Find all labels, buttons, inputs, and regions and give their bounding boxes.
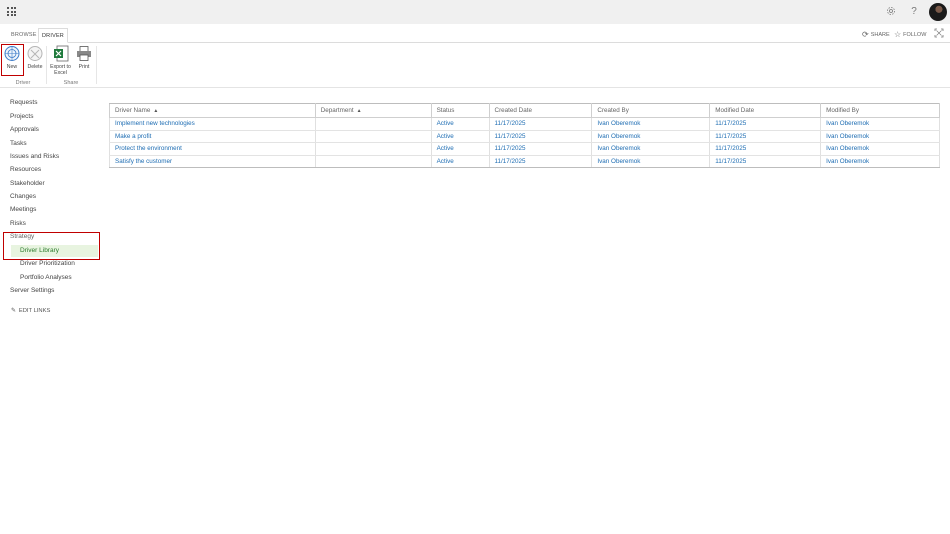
print-button-label: Print xyxy=(78,64,90,70)
nav-item-driver-prioritization[interactable]: Driver Prioritization xyxy=(20,260,75,268)
driver-name-link[interactable]: Protect the environment xyxy=(109,142,316,156)
created-date-cell[interactable]: 11/17/2025 xyxy=(488,117,593,131)
export-to-excel-button[interactable]: Export to Excel xyxy=(49,45,72,76)
suite-bar: ? xyxy=(0,0,950,24)
department-cell xyxy=(314,155,432,168)
column-header-created-date[interactable]: Created Date xyxy=(488,103,593,118)
ribbon-group-share: Share xyxy=(63,80,79,86)
nav-item-portfolio-analyses[interactable]: Portfolio Analyses xyxy=(20,274,72,282)
delete-button-label: Delete xyxy=(27,64,43,70)
delete-icon xyxy=(26,45,44,62)
nav-item-resources[interactable]: Resources xyxy=(10,166,41,174)
driver-name-link[interactable]: Satisfy the customer xyxy=(109,155,316,168)
tab-browse[interactable]: BROWSE xyxy=(8,28,40,41)
pencil-icon: ✎ xyxy=(11,308,16,314)
column-header-department[interactable]: Department ▲ xyxy=(314,103,432,118)
avatar[interactable] xyxy=(929,3,947,21)
column-header-modified-date[interactable]: Modified Date xyxy=(709,103,822,118)
nav-item-projects[interactable]: Projects xyxy=(10,113,33,121)
excel-icon xyxy=(52,45,70,62)
nav-item-server-settings[interactable]: Server Settings xyxy=(10,287,54,295)
new-button-highlight xyxy=(1,44,24,76)
created-by-link[interactable]: Ivan Oberemok xyxy=(591,155,711,168)
ribbon: New Delete Export to Excel Print Driver … xyxy=(0,43,950,88)
tab-driver[interactable]: DRIVER xyxy=(38,28,68,43)
print-button[interactable]: Print xyxy=(75,45,93,71)
driver-name-link[interactable]: Make a profit xyxy=(109,130,316,143)
created-by-link[interactable]: Ivan Oberemok xyxy=(591,117,711,131)
modified-by-link[interactable]: Ivan Oberemok xyxy=(820,142,940,156)
edit-links-button[interactable]: ✎ EDIT LINKS xyxy=(11,307,50,315)
modified-date-cell[interactable]: 11/17/2025 xyxy=(709,130,822,143)
department-cell xyxy=(314,117,432,131)
created-date-cell[interactable]: 11/17/2025 xyxy=(488,130,593,143)
department-cell xyxy=(314,130,432,143)
modified-by-link[interactable]: Ivan Oberemok xyxy=(820,117,940,131)
modified-by-link[interactable]: Ivan Oberemok xyxy=(820,155,940,168)
delete-button[interactable]: Delete xyxy=(25,45,45,71)
follow-button[interactable]: ☆ FOLLOW xyxy=(894,28,926,42)
created-by-link[interactable]: Ivan Oberemok xyxy=(591,142,711,156)
export-label-line2: Excel xyxy=(54,69,67,76)
modified-date-cell[interactable]: 11/17/2025 xyxy=(709,117,822,131)
modified-date-cell[interactable]: 11/17/2025 xyxy=(709,155,822,168)
sort-ascending-icon: ▲ xyxy=(153,108,159,114)
driver-name-link[interactable]: Implement new technologies xyxy=(109,117,316,131)
nav-item-changes[interactable]: Changes xyxy=(10,193,36,201)
gear-icon[interactable] xyxy=(884,6,898,20)
ribbon-group-divider xyxy=(46,46,47,84)
follow-label: FOLLOW xyxy=(903,32,927,38)
table-row: Satisfy the customer Active 11/17/2025 I… xyxy=(109,155,940,168)
sort-ascending-icon: ▲ xyxy=(356,108,362,114)
edit-links-label: EDIT LINKS xyxy=(18,308,51,314)
table-row: Implement new technologies Active 11/17/… xyxy=(109,117,940,131)
share-icon: ⟳ xyxy=(862,30,869,39)
nav-item-risks[interactable]: Risks xyxy=(10,220,26,228)
help-icon[interactable]: ? xyxy=(907,6,921,18)
modified-date-cell[interactable]: 11/17/2025 xyxy=(709,142,822,156)
nav-item-stakeholder[interactable]: Stakeholder xyxy=(10,180,45,188)
nav-item-requests[interactable]: Requests xyxy=(10,99,37,107)
app-launcher-icon[interactable] xyxy=(7,7,16,16)
table-row: Make a profit Active 11/17/2025 Ivan Obe… xyxy=(109,130,940,143)
created-date-cell[interactable]: 11/17/2025 xyxy=(488,142,593,156)
ribbon-tab-bar: BROWSE DRIVER xyxy=(0,28,950,43)
nav-item-meetings[interactable]: Meetings xyxy=(10,206,36,214)
column-header-status[interactable]: Status xyxy=(430,103,490,118)
share-button[interactable]: ⟳ SHARE xyxy=(862,28,890,42)
focus-on-content-icon[interactable] xyxy=(934,28,944,42)
nav-item-issues-and-risks[interactable]: Issues and Risks xyxy=(10,153,59,161)
nav-item-approvals[interactable]: Approvals xyxy=(10,126,39,134)
driver-table: Driver Name ▲ Department ▲ Status Created … xyxy=(109,103,940,168)
star-icon: ☆ xyxy=(894,30,902,39)
column-header-created-by[interactable]: Created By xyxy=(591,103,711,118)
created-date-cell[interactable]: 11/17/2025 xyxy=(488,155,593,168)
strategy-nav-highlight xyxy=(3,232,100,260)
printer-icon xyxy=(75,45,93,62)
modified-by-link[interactable]: Ivan Oberemok xyxy=(820,130,940,143)
status-cell[interactable]: Active xyxy=(430,117,490,131)
share-label: SHARE xyxy=(870,32,890,38)
nav-item-tasks[interactable]: Tasks xyxy=(10,140,27,148)
ribbon-group-driver: Driver xyxy=(15,80,31,86)
table-row: Protect the environment Active 11/17/202… xyxy=(109,142,940,156)
table-header-row: Driver Name ▲ Department ▲ Status Created … xyxy=(109,103,940,118)
column-header-modified-by[interactable]: Modified By xyxy=(820,103,940,118)
ribbon-group-divider xyxy=(96,46,97,84)
created-by-link[interactable]: Ivan Oberemok xyxy=(591,130,711,143)
status-cell[interactable]: Active xyxy=(430,130,490,143)
department-cell xyxy=(314,142,432,156)
status-cell[interactable]: Active xyxy=(430,142,490,156)
status-cell[interactable]: Active xyxy=(430,155,490,168)
column-header-driver-name[interactable]: Driver Name ▲ xyxy=(109,103,316,118)
